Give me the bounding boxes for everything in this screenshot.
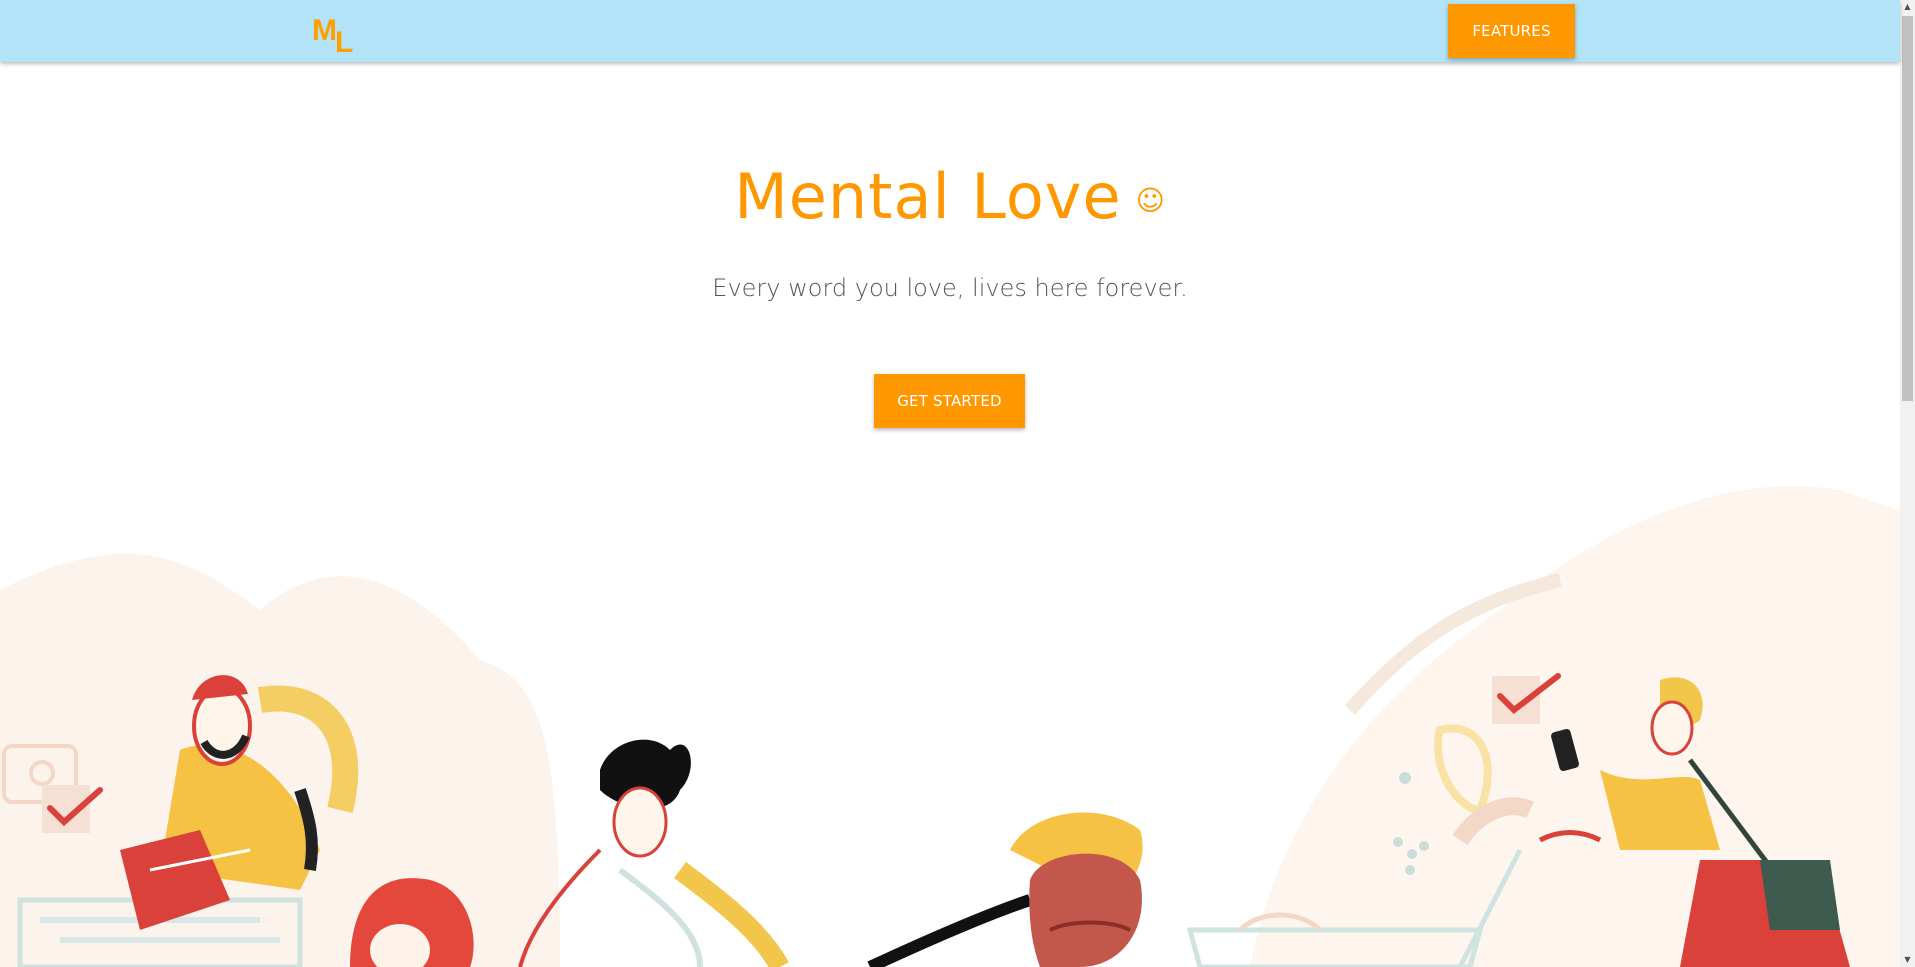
scroll-down-icon[interactable]: ▼: [1903, 955, 1912, 965]
scrollbar-thumb[interactable]: [1902, 16, 1913, 401]
features-button[interactable]: FEATURES: [1448, 4, 1575, 58]
hero-illustration: [0, 486, 1900, 967]
hero-title: Mental Love ☺: [0, 160, 1900, 233]
top-navbar: M L FEATURES: [0, 0, 1900, 62]
hero-title-text: Mental Love: [734, 160, 1122, 233]
logo-letter-l: L: [335, 26, 354, 59]
logo-letter-m: M: [312, 14, 337, 47]
smiley-icon: ☺: [1135, 184, 1166, 218]
site-logo[interactable]: M L: [308, 12, 368, 59]
page-scrollbar[interactable]: ▲ ▼: [1900, 0, 1915, 967]
get-started-button[interactable]: GET STARTED: [874, 374, 1025, 428]
scroll-up-icon[interactable]: ▲: [1903, 2, 1912, 12]
hero-subtitle: Every word you love, lives here forever.: [712, 274, 1188, 302]
